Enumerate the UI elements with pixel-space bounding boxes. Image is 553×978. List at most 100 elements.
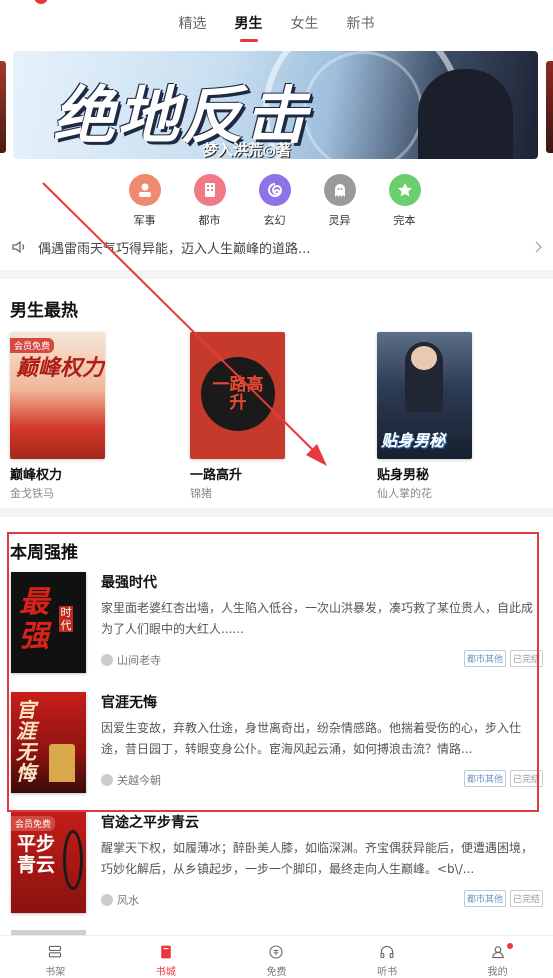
soldier-icon [128, 174, 161, 206]
swirl-icon [258, 174, 291, 206]
weekly-section-title: 本周强推 [10, 543, 78, 563]
nav-audiobook[interactable]: 听书 [352, 936, 422, 978]
banner-figure-art [418, 69, 513, 159]
banner-next-peek[interactable] [546, 61, 553, 153]
profile-icon [491, 946, 504, 959]
nav-bookstore[interactable]: 书城 [131, 936, 201, 978]
bookstore-icon [161, 945, 171, 959]
section-divider [0, 270, 553, 279]
book-author: 风水 [101, 892, 139, 908]
bookshelf-icon [49, 945, 62, 958]
banner-subtitle: 梦入洪荒◎著 [203, 141, 292, 159]
book-cover: 会员免费 平步青云 [11, 812, 86, 913]
tab-female[interactable]: 女生 [291, 13, 319, 43]
nav-bookshelf[interactable]: 书架 [20, 936, 90, 978]
promo-banner[interactable]: 绝地反击 梦入洪荒◎著 [13, 51, 538, 159]
book-author: 仙人掌的花 [377, 487, 432, 500]
book-list-item[interactable]: 最强 时代 最强时代 家里面老婆红杏出墙，人生陷入低谷，一次山洪暴发，凑巧救了某… [11, 572, 543, 673]
book-cover: 贴身男秘 [377, 332, 472, 459]
author-avatar-icon [101, 894, 113, 906]
category-fantasy[interactable]: 玄幻 [242, 174, 307, 228]
genre-tag: 都市其他 [463, 770, 506, 787]
book-description: 家里面老婆红杏出墙，人生陷入低谷，一次山洪暴发，凑巧救了某位贵人，自此成为了人们… [101, 601, 534, 636]
book-description: 醒掌天下权，如履薄冰；醉卧美人膝，如临深渊。齐宝偶获异能后，便遭遇困境，巧妙化解… [101, 841, 534, 876]
category-urban[interactable]: 都市 [177, 174, 242, 228]
ghost-icon [323, 174, 356, 206]
cover-title: 巅峰权力 [16, 356, 105, 381]
category-label: 都市 [198, 214, 221, 227]
author-name: 关越今朝 [117, 774, 161, 787]
cover-title: 一路高升 [212, 375, 264, 413]
genre-tag: 都市其他 [463, 650, 506, 667]
author-name: 山间老寺 [117, 654, 161, 667]
book-title: 贴身男秘 [377, 468, 430, 483]
cover-title: 官涯无悔 [16, 698, 36, 785]
status-indicator [34, 0, 48, 4]
hot-book-card[interactable]: 会员免费 巅峰权力 巅峰权力 金戈铁马 [10, 332, 106, 501]
category-label: 玄幻 [263, 214, 286, 227]
book-cover: 一路高升 [190, 332, 285, 459]
book-list-item[interactable]: 会员免费 平步青云 官途之平步青云 醒掌天下权，如履薄冰；醉卧美人膝，如临深渊。… [11, 812, 543, 913]
nav-label: 听书 [377, 967, 398, 978]
category-row: 军事 都市 玄幻 灵异 完本 [112, 174, 437, 228]
vip-free-badge: 会员免费 [11, 816, 56, 831]
cover-title: 贴身男秘 [381, 431, 446, 450]
nav-label: 我的 [487, 967, 508, 978]
category-label: 军事 [133, 214, 156, 227]
book-description: 因爱生变故，弃教入仕途，身世离奇出，纷杂情感路。他揣着受伤的心，步入仕途，昔日园… [101, 721, 522, 756]
nav-label: 书架 [45, 967, 66, 978]
nav-label: 书城 [155, 967, 176, 978]
star-icon [388, 174, 421, 206]
book-title: 官途之平步青云 [101, 815, 199, 831]
banner-prev-peek[interactable] [0, 61, 6, 153]
category-label: 完本 [393, 214, 416, 227]
author-avatar-icon [101, 774, 113, 786]
book-cover: 最强 时代 [11, 572, 86, 673]
book-list-item[interactable]: 官涯无悔 官涯无悔 因爱生变故，弃教入仕途，身世离奇出，纷杂情感路。他揣着受伤的… [11, 692, 543, 793]
announcement-bar[interactable]: 偶遇雷雨天气巧得异能，迈入人生巅峰的道路... [10, 236, 543, 258]
cover-title: 最强 [19, 585, 49, 654]
status-tag: 已完结 [509, 890, 543, 907]
category-completed[interactable]: 完本 [372, 174, 437, 228]
book-tags: 都市其他 已完结 [463, 890, 543, 907]
book-title: 最强时代 [101, 575, 157, 591]
free-icon [269, 945, 284, 959]
top-bar: 精选 男生 女生 新书 [0, 0, 553, 44]
status-tag: 已完结 [509, 650, 543, 667]
notification-dot [506, 943, 513, 949]
tab-new-books[interactable]: 新书 [347, 13, 375, 43]
speaker-icon [12, 240, 25, 254]
nav-profile[interactable]: 我的 [463, 936, 533, 978]
book-cover: 官涯无悔 [11, 692, 86, 793]
book-tags: 都市其他 已完结 [463, 770, 543, 787]
nav-label: 免费 [266, 967, 287, 978]
category-military[interactable]: 军事 [112, 174, 177, 228]
banner-clock-inner-art [303, 51, 423, 159]
author-avatar-icon [101, 654, 113, 666]
category-supernatural[interactable]: 灵异 [307, 174, 372, 228]
book-title: 一路高升 [190, 468, 243, 483]
hot-book-card[interactable]: 贴身男秘 贴身男秘 仙人掌的花 [377, 332, 473, 501]
section-divider [0, 508, 553, 517]
book-author: 金戈铁马 [10, 487, 54, 500]
book-author: 锦猪 [190, 487, 212, 500]
chevron-right-icon [535, 241, 542, 253]
book-author: 关越今朝 [101, 772, 161, 788]
nav-free[interactable]: 免费 [241, 936, 311, 978]
tab-featured[interactable]: 精选 [179, 13, 207, 43]
book-title: 官涯无悔 [101, 695, 157, 711]
author-name: 风水 [117, 894, 139, 907]
bottom-nav: 书架 书城 免费 听书 我的 [0, 935, 553, 978]
genre-tag: 都市其他 [463, 890, 506, 907]
channel-tabs: 精选 男生 女生 新书 [0, 13, 553, 43]
hot-book-card[interactable]: 一路高升 一路高升 锦猪 [190, 332, 286, 501]
book-author: 山间老寺 [101, 652, 161, 668]
building-icon [193, 174, 226, 206]
book-cover: 会员免费 巅峰权力 [10, 332, 105, 459]
cover-title: 平步青云 [17, 833, 56, 876]
book-tags: 都市其他 已完结 [463, 650, 543, 667]
tab-male[interactable]: 男生 [235, 13, 263, 43]
announcement-text: 偶遇雷雨天气巧得异能，迈入人生巅峰的道路... [38, 241, 311, 257]
hot-section-title: 男生最热 [10, 301, 78, 321]
category-label: 灵异 [328, 214, 351, 227]
